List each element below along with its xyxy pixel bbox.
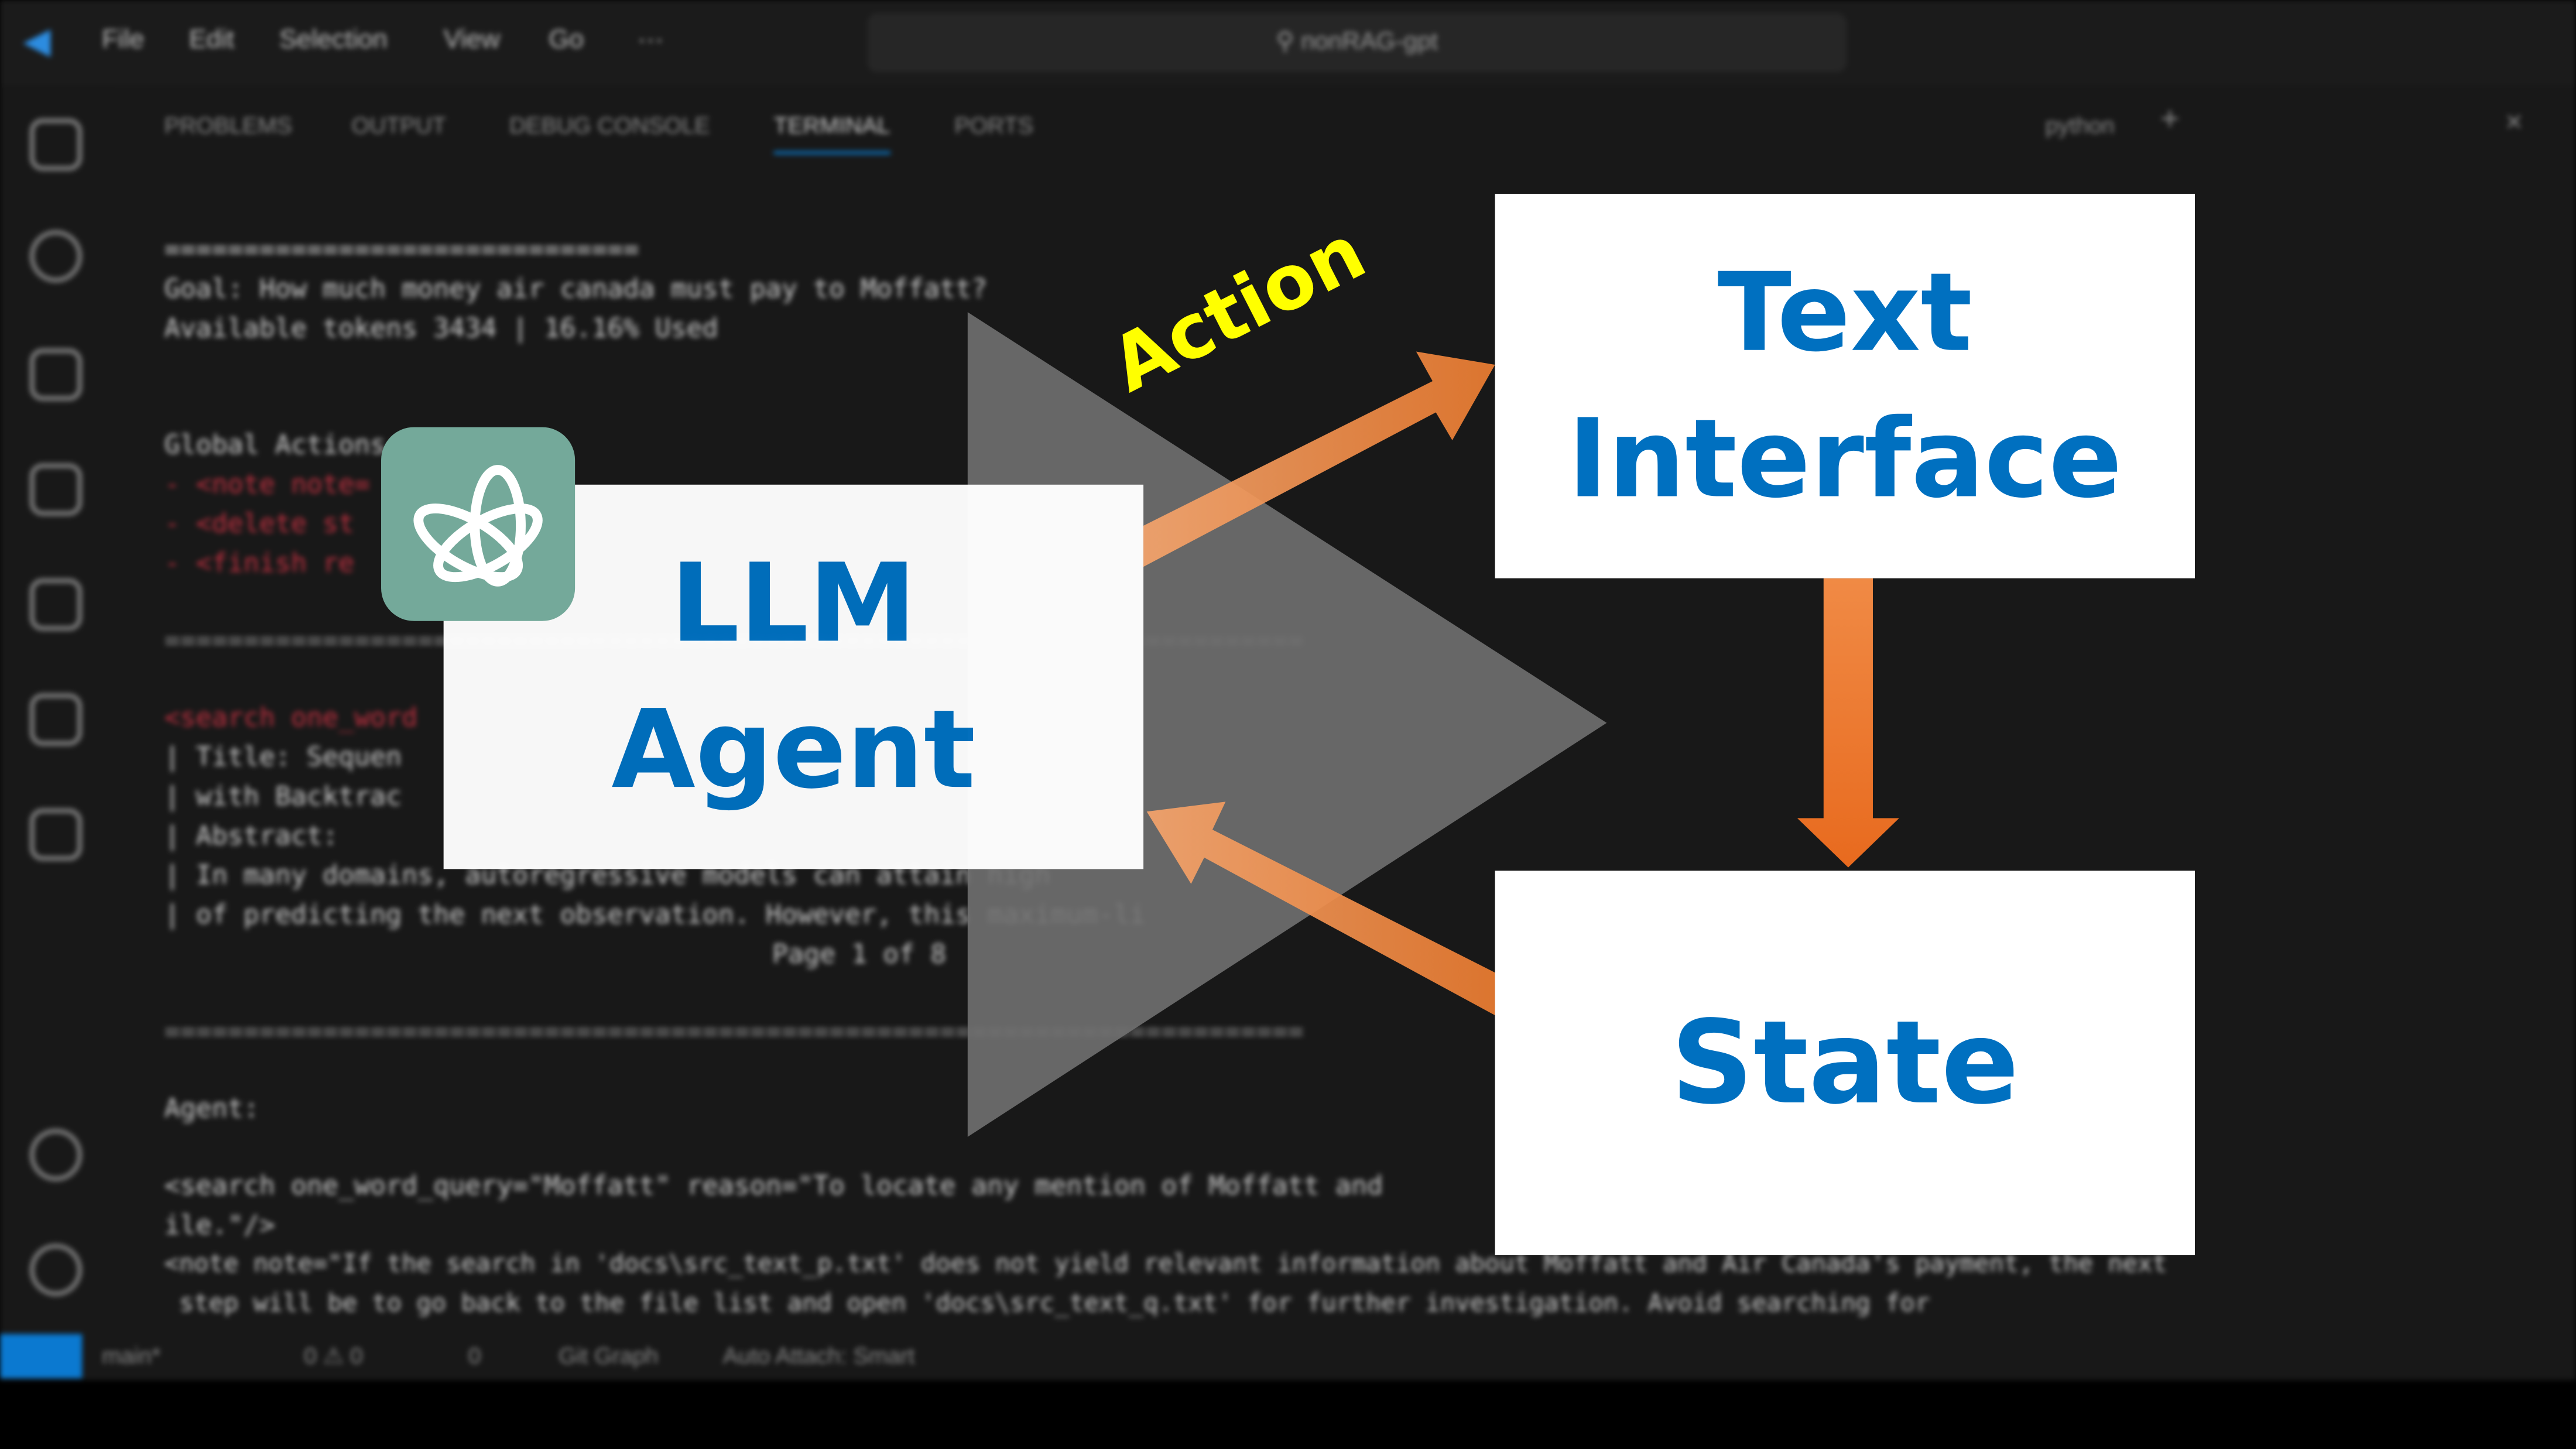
state-update-arrow [1797,578,1899,868]
text-interface-box: Text Interface [1495,194,2195,578]
slide: ◀ File Edit Selection View Go ··· ⚲ nonR… [0,0,2576,1449]
state-label: State [1670,995,2019,1130]
state-box: State [1495,871,2195,1255]
action-arrow [1143,351,1495,567]
openai-logo-icon [381,427,576,621]
openai-knot-icon [413,465,543,587]
interface-label-line1: Text [1717,249,1972,376]
interface-label-line2: Interface [1567,396,2122,523]
observation-arrow [1146,801,1495,1016]
